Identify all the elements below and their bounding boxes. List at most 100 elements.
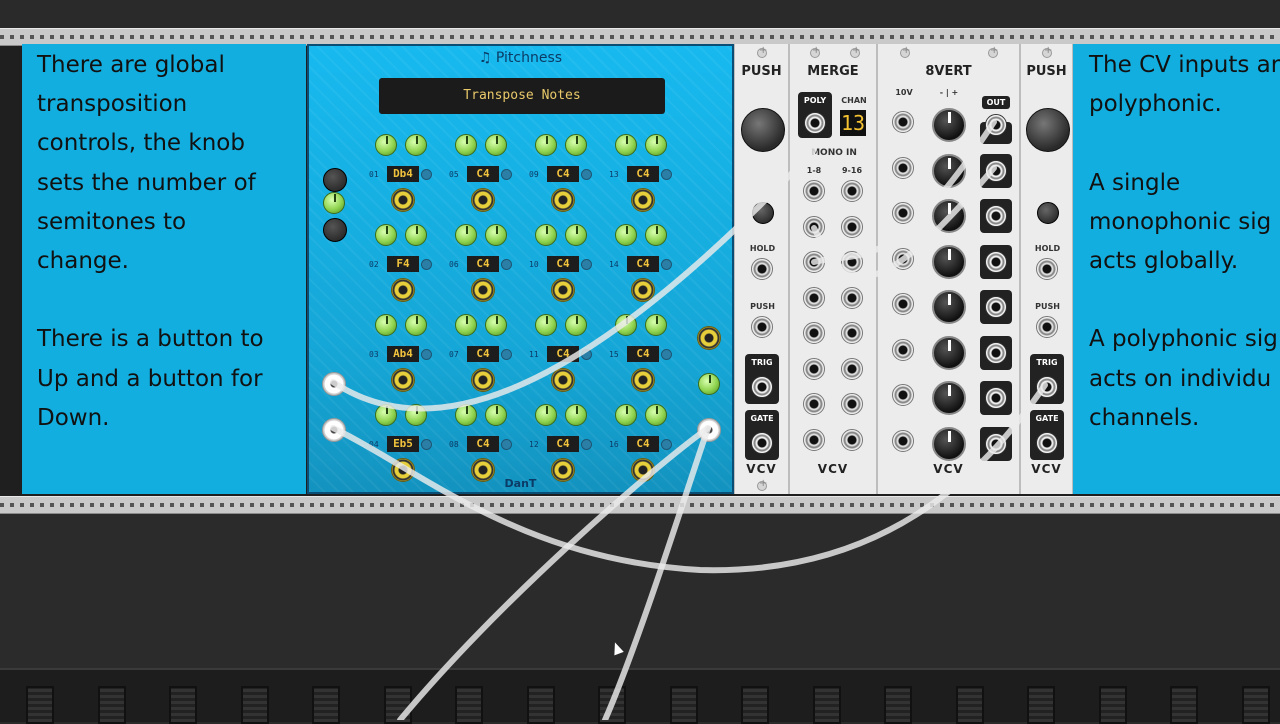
mono-in-jack[interactable] [803,180,825,202]
note-knob[interactable] [485,404,507,426]
mono-in-jack[interactable] [841,180,863,202]
note-cv-jack[interactable] [471,368,495,392]
octave-knob[interactable] [375,134,397,156]
vert-input-jack[interactable] [892,338,914,361]
transpose-semitones-knob[interactable] [323,192,345,214]
note-knob[interactable] [645,404,667,426]
poly-output-jack[interactable] [697,418,721,442]
octave-knob[interactable] [535,224,557,246]
mono-in-jack[interactable] [803,393,825,415]
vert-input-jack[interactable] [892,202,914,224]
mono-in-jack[interactable] [803,286,825,309]
octave-knob[interactable] [535,314,557,336]
gate-jack[interactable] [751,432,773,454]
push-jack[interactable] [1036,316,1058,338]
gain-knob[interactable] [932,108,966,142]
octave-knob[interactable] [535,404,557,426]
push-module-1[interactable]: PUSH HOLD PUSH TRIG GATE VCV [734,44,789,494]
octave-knob[interactable] [455,134,477,156]
poly-jack[interactable] [804,112,826,134]
mono-in-jack[interactable] [841,251,863,273]
vert-output-jack[interactable] [985,387,1007,409]
note-cv-jack[interactable] [551,188,575,212]
gain-knob[interactable] [932,153,966,188]
hold-button[interactable] [752,202,774,224]
octave-knob[interactable] [455,404,477,426]
vert-output-jack[interactable] [985,250,1007,273]
vert-output-jack[interactable] [985,432,1007,455]
vert-output-jack[interactable] [985,296,1007,318]
push-button[interactable] [741,108,785,152]
transpose-down-jack[interactable] [322,418,346,442]
note-knob[interactable] [565,404,587,426]
8vert-module[interactable]: 8VERT 10V - | + OUT VCV [877,44,1020,494]
note-knob[interactable] [645,134,667,156]
vert-output-jack[interactable] [985,114,1007,136]
mono-in-jack[interactable] [803,428,825,451]
octave-knob[interactable] [375,404,397,426]
octave-knob[interactable] [455,314,477,336]
octave-knob[interactable] [455,224,477,246]
merge-module[interactable]: MERGE POLY CHAN 13 MONO IN 1-8 9-16 VCV [789,44,877,494]
note-cv-jack[interactable] [551,278,575,302]
note-knob[interactable] [565,134,587,156]
vert-input-jack[interactable] [892,384,914,406]
scale-button-1[interactable] [323,168,347,192]
vert-input-jack[interactable] [892,247,914,270]
scale-button-2[interactable] [323,218,347,242]
gain-knob[interactable] [932,290,966,324]
note-cv-jack[interactable] [471,188,495,212]
note-knob[interactable] [405,314,427,336]
note-knob[interactable] [645,224,667,246]
mono-in-jack[interactable] [841,357,863,380]
gain-knob[interactable] [932,199,966,233]
note-knob[interactable] [405,224,427,246]
hold-jack[interactable] [1036,258,1058,280]
gain-knob[interactable] [932,335,966,370]
note-cv-jack[interactable] [391,368,415,392]
octave-knob[interactable] [615,134,637,156]
note-knob[interactable] [565,314,587,336]
note-knob[interactable] [405,134,427,156]
note-cv-jack[interactable] [391,278,415,302]
vert-input-jack[interactable] [892,293,914,315]
trig-jack[interactable] [1036,376,1058,398]
note-knob[interactable] [485,134,507,156]
cv-attenuator-knob[interactable] [698,373,720,395]
channel-count-display[interactable]: 13 [840,110,866,136]
gain-knob[interactable] [932,244,966,279]
note-cv-jack[interactable] [391,188,415,212]
pitchness-module[interactable]: ♫ Pitchness Transpose Notes 01 Db4 02 F4 03 A… [307,44,734,494]
vert-input-jack[interactable] [892,429,914,452]
push-jack[interactable] [751,316,773,338]
mono-in-jack[interactable] [841,322,863,344]
vert-output-jack[interactable] [985,159,1007,182]
note-knob[interactable] [485,224,507,246]
vert-input-jack[interactable] [892,156,914,179]
vert-input-jack[interactable] [892,111,914,133]
mono-in-jack[interactable] [803,357,825,380]
note-knob[interactable] [485,314,507,336]
gate-jack[interactable] [1036,432,1058,454]
mono-in-jack[interactable] [841,215,863,238]
push-button[interactable] [1026,108,1070,152]
note-cv-jack[interactable] [631,368,655,392]
mono-in-jack[interactable] [803,215,825,238]
mono-in-jack[interactable] [841,286,863,309]
trig-jack[interactable] [751,376,773,398]
octave-knob[interactable] [615,224,637,246]
mono-in-jack[interactable] [841,393,863,415]
mono-in-jack[interactable] [803,251,825,273]
mono-in-jack[interactable] [841,428,863,451]
transpose-up-jack[interactable] [322,372,346,396]
octave-knob[interactable] [615,404,637,426]
mono-in-jack[interactable] [803,322,825,344]
vert-output-jack[interactable] [985,341,1007,364]
note-knob[interactable] [405,404,427,426]
note-cv-jack[interactable] [551,368,575,392]
hold-jack[interactable] [751,258,773,280]
octave-knob[interactable] [535,134,557,156]
note-cv-jack[interactable] [631,278,655,302]
gain-knob[interactable] [932,381,966,415]
note-cv-jack[interactable] [471,278,495,302]
